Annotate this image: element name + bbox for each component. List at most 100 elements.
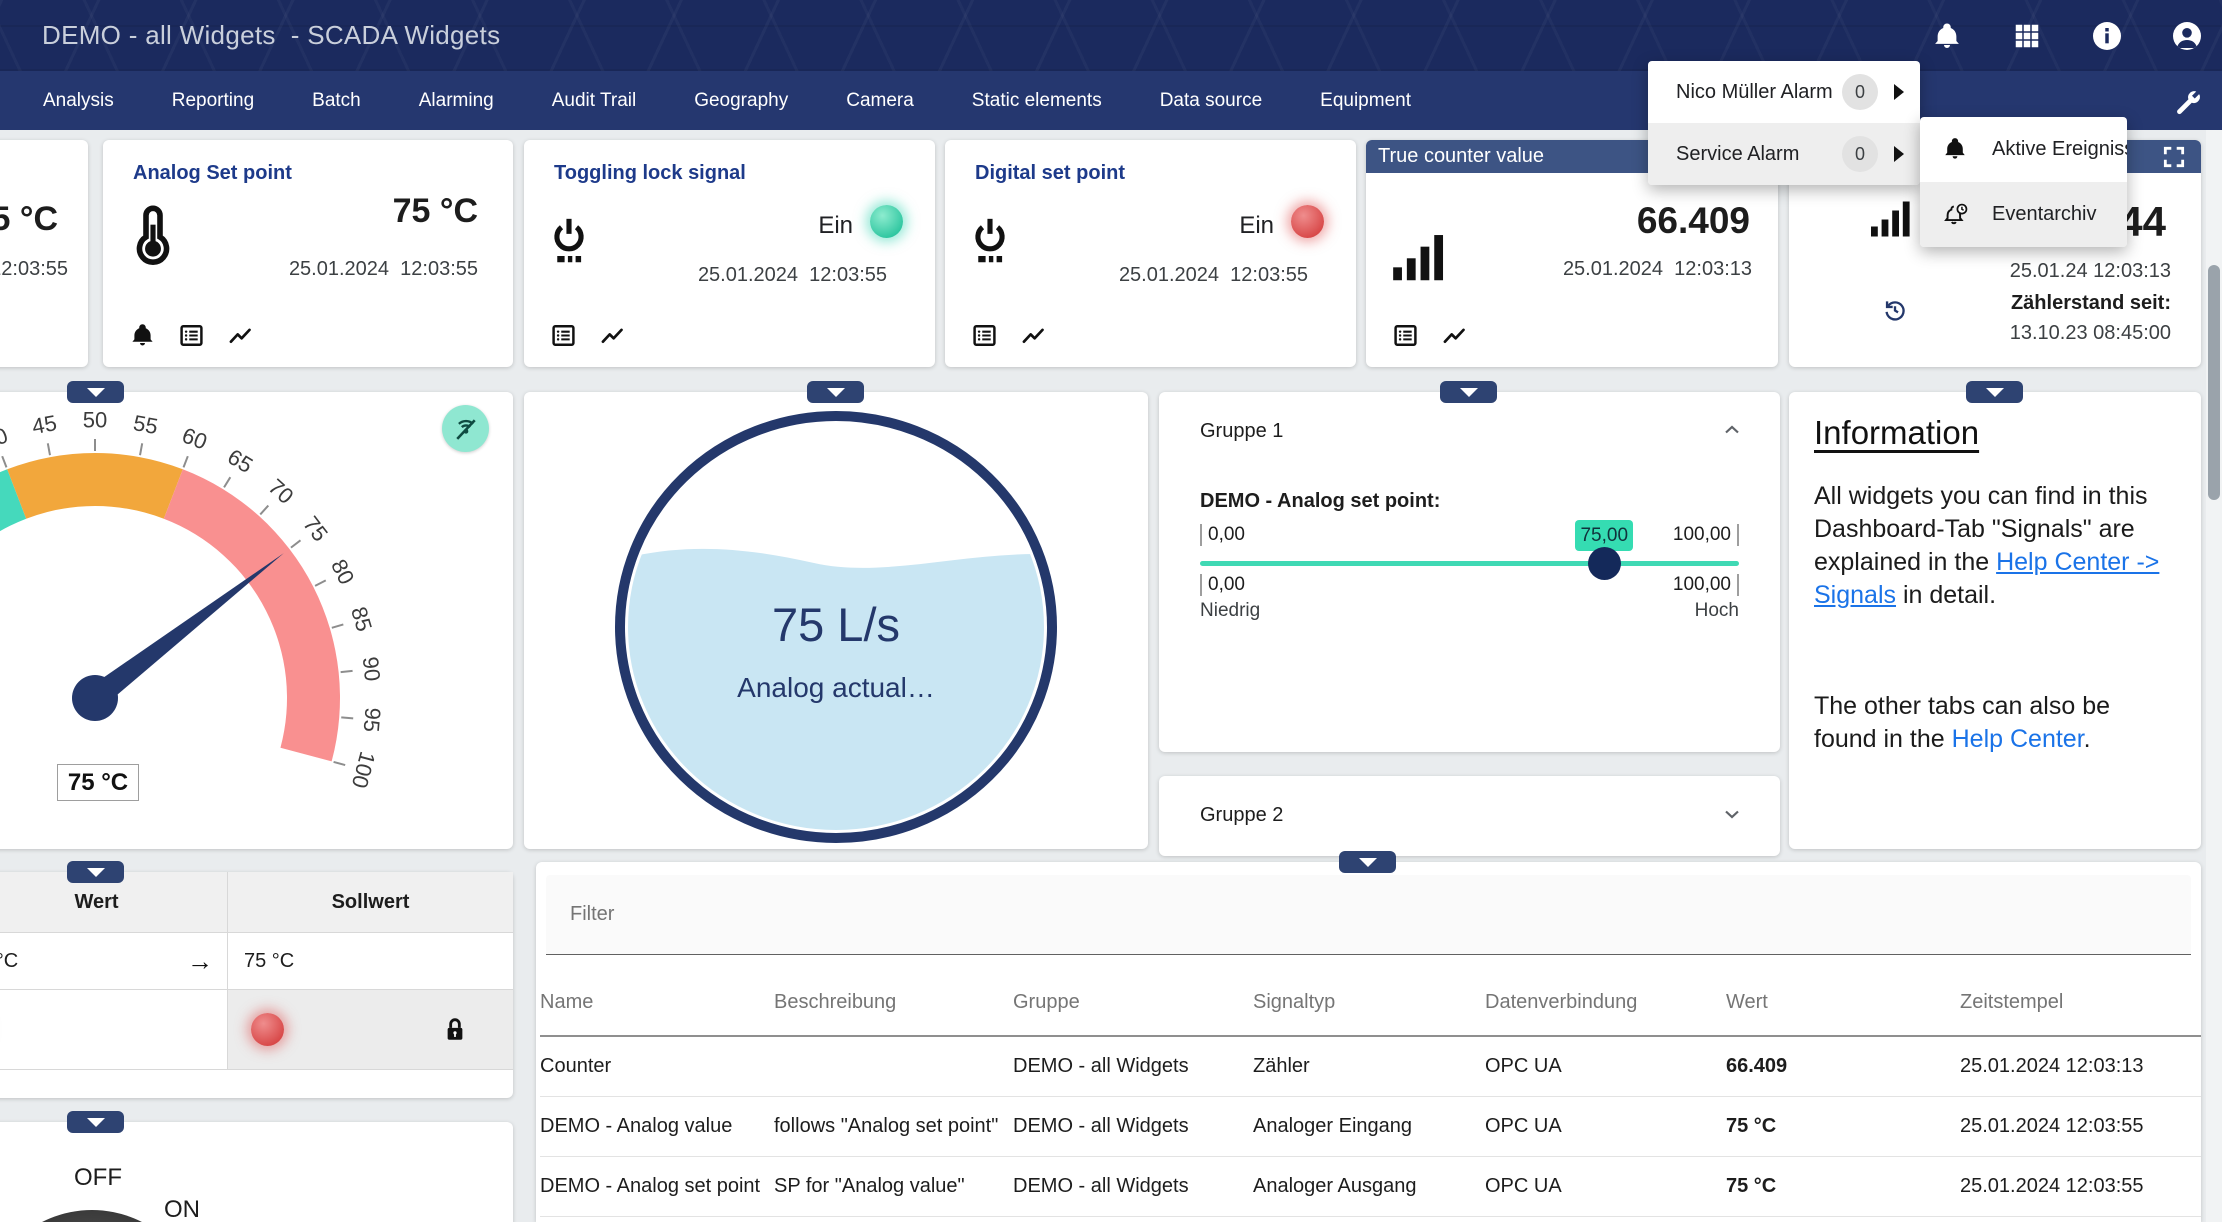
- nav-tab-reporting[interactable]: Reporting: [143, 71, 283, 130]
- column-header-gruppe[interactable]: Gruppe: [1013, 977, 1253, 1014]
- table-header-row: NameBeschreibungGruppeSignaltypDatenverb…: [540, 955, 2201, 1037]
- info-icon[interactable]: [2090, 19, 2124, 53]
- column-header-beschreibung[interactable]: Beschreibung: [774, 977, 1013, 1014]
- state-label: Ein: [818, 212, 853, 240]
- list-icon[interactable]: [971, 322, 998, 349]
- panel-information: Information All widgets you can find in …: [1789, 392, 2201, 849]
- table-row[interactable]: DEMO - Analog valuefollows "Analog set p…: [540, 1097, 2201, 1157]
- history-icon[interactable]: [1881, 296, 1909, 324]
- apps-grid-icon[interactable]: [2010, 19, 2044, 53]
- scrollbar-track[interactable]: [2206, 130, 2222, 1222]
- collapse-tab[interactable]: [1339, 851, 1396, 873]
- card-title: Analog Set point: [133, 162, 292, 185]
- nav-tab-equipment[interactable]: Equipment: [1291, 71, 1440, 130]
- table-cell: 25.01.2024 12:03:55: [1960, 1115, 2201, 1138]
- info-paragraph-1: All widgets you can find in this Dashboa…: [1814, 480, 2176, 612]
- table-cell-wert-value: 75 °C →: [0, 933, 228, 990]
- menu-item-label: Eventarchiv: [1992, 203, 2097, 226]
- alarm-bell-icon[interactable]: [129, 322, 156, 349]
- column-header-datenverbindung[interactable]: Datenverbindung: [1485, 977, 1726, 1014]
- svg-text:45: 45: [30, 410, 59, 439]
- collapse-tab[interactable]: [807, 381, 864, 403]
- slider-min-label: 0,00: [1200, 524, 1245, 546]
- svg-text:70: 70: [264, 474, 299, 509]
- no-signal-icon[interactable]: [442, 405, 489, 452]
- notifications-bell-icon[interactable]: [1930, 19, 1964, 53]
- scrollbar-thumb[interactable]: [2208, 265, 2220, 500]
- card-toggling-lock-signal: Toggling lock signal Ein 25.01.2024 12:0…: [524, 140, 935, 367]
- table-cell: Zähler: [1253, 1055, 1485, 1078]
- table-cell: DEMO - Analog value: [540, 1115, 774, 1138]
- card-digital-set-point: Digital set point Ein 25.01.2024 12:03:5…: [945, 140, 1356, 367]
- tank-value: 75 L/s: [524, 597, 1148, 652]
- nav-tab-static-elements[interactable]: Static elements: [943, 71, 1131, 130]
- collapse-tab[interactable]: [1966, 381, 2023, 403]
- fullscreen-icon[interactable]: [2161, 144, 2187, 170]
- column-header-name[interactable]: Name: [540, 977, 774, 1014]
- list-icon[interactable]: [178, 322, 205, 349]
- table-row[interactable]: DEMO - Analog set pointSP for "Analog va…: [540, 1157, 2201, 1217]
- collapse-tab[interactable]: [1440, 381, 1497, 403]
- filter-field: [546, 875, 2191, 955]
- column-header-zeitstempel[interactable]: Zeitstempel: [1960, 977, 2201, 1014]
- info-paragraph-2: The other tabs can also be found in the …: [1814, 690, 2176, 756]
- alarm-count-badge: 0: [1842, 136, 1878, 172]
- nav-tab-data-source[interactable]: Data source: [1131, 71, 1291, 130]
- nav-tab-alarming[interactable]: Alarming: [390, 71, 523, 130]
- trend-chart-icon[interactable]: [1020, 322, 1047, 349]
- menu-item-service-alarm[interactable]: Service Alarm0: [1648, 123, 1920, 185]
- alarm-dropdown-menu: Nico Müller Alarm0Service Alarm0: [1648, 61, 1920, 185]
- sollwert-value: 75 °C: [228, 950, 294, 973]
- filter-input[interactable]: [570, 875, 2051, 953]
- svg-text:40: 40: [0, 422, 11, 454]
- collapse-tab[interactable]: [67, 861, 124, 883]
- menu-item-aktive-ereignisse[interactable]: Aktive Ereignisse: [1920, 117, 2127, 182]
- menu-item-eventarchiv[interactable]: Eventarchiv: [1920, 182, 2127, 247]
- nav-tab-audit-trail[interactable]: Audit Trail: [523, 71, 665, 130]
- table-cell: SP for "Analog value": [774, 1175, 1013, 1198]
- table-cell: 25.01.2024 12:03:13: [1960, 1055, 2201, 1078]
- nav-tab-batch[interactable]: Batch: [283, 71, 390, 130]
- menu-item-nico-müller-alarm[interactable]: Nico Müller Alarm0: [1648, 61, 1920, 123]
- dashboard: DEMO - all Widgets - SCADA Widgets Analy…: [0, 0, 2222, 1222]
- trend-chart-icon[interactable]: [599, 322, 626, 349]
- svg-text:90: 90: [358, 655, 385, 682]
- trend-chart-icon[interactable]: [227, 322, 254, 349]
- svg-text:55: 55: [131, 410, 160, 439]
- group-title: Gruppe 1: [1200, 420, 1283, 443]
- nav-tab-analysis[interactable]: Analysis: [14, 71, 143, 130]
- help-center-link[interactable]: Help Center: [1952, 725, 2084, 753]
- state-indicator-dot: [251, 1013, 284, 1046]
- svg-text:95: 95: [359, 707, 386, 733]
- state-indicator-dot: [870, 205, 903, 238]
- slider-track[interactable]: [1200, 561, 1739, 566]
- column-header-signaltyp[interactable]: Signaltyp: [1253, 977, 1485, 1014]
- collapse-tab[interactable]: [67, 1111, 124, 1133]
- svg-text:100: 100: [347, 749, 381, 791]
- list-icon[interactable]: [550, 322, 577, 349]
- state-indicator-dot: [1291, 205, 1324, 238]
- table-cell-wert-state: [0, 990, 228, 1070]
- wrench-icon[interactable]: [2172, 71, 2202, 130]
- table-row[interactable]: CounterDEMO - all WidgetsZählerOPC UA66.…: [540, 1037, 2201, 1097]
- trend-chart-icon[interactable]: [1441, 322, 1468, 349]
- slider-handle[interactable]: [1588, 547, 1621, 580]
- svg-text:85: 85: [346, 604, 377, 635]
- column-header-wert[interactable]: Wert: [1726, 977, 1960, 1014]
- thermometer-icon: [125, 203, 181, 265]
- chevron-down-icon[interactable]: [1720, 802, 1744, 826]
- nav-tab-geography[interactable]: Geography: [665, 71, 817, 130]
- nav-tab-camera[interactable]: Camera: [817, 71, 943, 130]
- account-icon[interactable]: [2170, 19, 2204, 53]
- table-cell: Counter: [540, 1055, 774, 1078]
- table-cell: OPC UA: [1485, 1055, 1726, 1078]
- bell-clock-icon: [1942, 201, 1970, 229]
- collapse-tab[interactable]: [67, 381, 124, 403]
- panel-gruppe-2[interactable]: Gruppe 2: [1159, 776, 1780, 856]
- slider-low-label: Niedrig: [1200, 600, 1260, 622]
- chevron-up-icon[interactable]: [1720, 418, 1744, 442]
- list-icon[interactable]: [1392, 322, 1419, 349]
- signal-bars-icon: [1867, 196, 1915, 241]
- signal-timestamp: 25.01.2024 12:03:13: [1563, 258, 1752, 281]
- svg-text:80: 80: [326, 555, 359, 588]
